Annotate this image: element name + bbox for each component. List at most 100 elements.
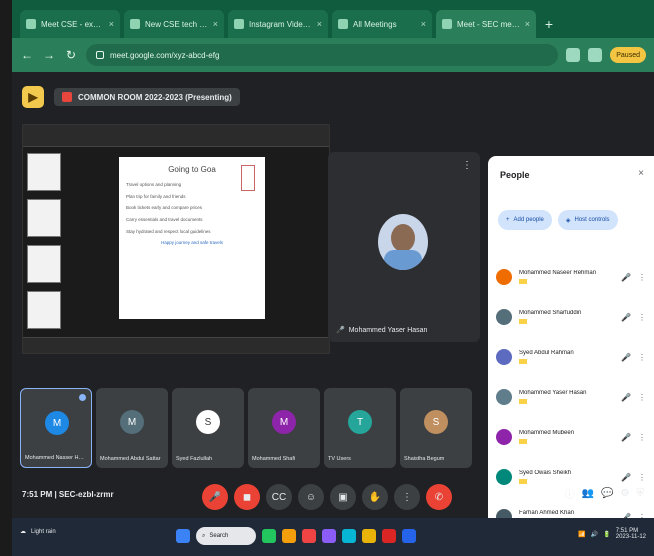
- captions-button[interactable]: CC: [266, 484, 292, 510]
- avatar: M: [272, 410, 296, 434]
- participant-tile[interactable]: M Mohammed Abdul Sattar: [96, 388, 168, 468]
- participant-name: Mohammed Shafi: [252, 456, 296, 462]
- participant-tile[interactable]: S Shaistha Begum: [400, 388, 472, 468]
- slide-thumbnail[interactable]: [27, 245, 61, 283]
- person-name: Mohammed Yaser Hasan: [519, 390, 587, 396]
- system-tray: 📶 🔊 🔋 7:51 PM 2023-11-12: [578, 528, 646, 540]
- meet-header: ▶ COMMON ROOM 2022-2023 (Presenting): [22, 82, 462, 112]
- more-options-icon[interactable]: ⋮: [638, 393, 646, 402]
- profile-button[interactable]: Paused: [610, 47, 646, 63]
- avatar: S: [424, 410, 448, 434]
- list-item[interactable]: Mohammed Mubeen 🎤 ⋮: [496, 420, 646, 454]
- tab-favicon-icon: [26, 19, 36, 29]
- url-input[interactable]: meet.google.com/xyz-abcd-efg: [86, 44, 559, 66]
- slide-thumbnail[interactable]: [27, 199, 61, 237]
- avatar: T: [348, 410, 372, 434]
- browser-tab[interactable]: All Meetings ×: [332, 10, 432, 38]
- close-icon[interactable]: ×: [213, 19, 218, 29]
- extension-icon[interactable]: [588, 48, 603, 62]
- app-icon[interactable]: [342, 529, 356, 543]
- participant-tile[interactable]: S Syed Fazlullah: [172, 388, 244, 468]
- app-icon[interactable]: [322, 529, 336, 543]
- mic-icon[interactable]: 🎤: [621, 353, 631, 362]
- clock[interactable]: 7:51 PM 2023-11-12: [616, 528, 646, 540]
- more-options-icon[interactable]: ⋮: [638, 273, 646, 282]
- list-item[interactable]: Mohammed Yaser Hasan 🎤 ⋮: [496, 380, 646, 414]
- close-icon[interactable]: ×: [638, 168, 644, 179]
- camera-button[interactable]: ◼: [234, 484, 260, 510]
- battery-icon[interactable]: 🔋: [603, 531, 610, 538]
- mic-icon[interactable]: 🎤: [621, 313, 631, 322]
- app-icon[interactable]: [362, 529, 376, 543]
- tab-favicon-icon: [234, 19, 244, 29]
- forward-icon[interactable]: →: [42, 48, 56, 62]
- participant-name: Mohammed Abdul Sattar: [100, 456, 161, 462]
- app-icon[interactable]: [262, 529, 276, 543]
- more-options-icon[interactable]: ⋮: [638, 313, 646, 322]
- list-item[interactable]: Syed Abdul Rahman 🎤 ⋮: [496, 340, 646, 374]
- close-icon[interactable]: ×: [109, 19, 114, 29]
- person-info: Mohammed Sharfuddin: [519, 310, 614, 324]
- status-badge: [519, 319, 527, 324]
- activities-icon[interactable]: ⚙: [621, 488, 630, 499]
- taskbar-search[interactable]: ⌕ Search: [196, 527, 256, 545]
- mic-icon[interactable]: 🎤: [621, 433, 631, 442]
- back-icon[interactable]: ←: [20, 48, 34, 62]
- shield-icon[interactable]: ⛨: [637, 488, 645, 499]
- avatar: M: [45, 411, 69, 435]
- microphone-button[interactable]: 🎤: [202, 484, 228, 510]
- avatar: [496, 429, 512, 445]
- present-button[interactable]: ▣: [330, 484, 356, 510]
- people-icon[interactable]: 👥: [582, 488, 594, 499]
- browser-tab-active[interactable]: Meet - SEC meeting ×: [436, 10, 536, 38]
- app-icon[interactable]: [302, 529, 316, 543]
- leave-call-button[interactable]: ✆: [426, 484, 452, 510]
- browser-tab[interactable]: New CSE tech - Google ×: [124, 10, 224, 38]
- close-icon[interactable]: ×: [421, 19, 426, 29]
- weather-widget[interactable]: ☁ Light rain: [20, 528, 56, 536]
- app-icon[interactable]: [382, 529, 396, 543]
- participant-tile[interactable]: M Mohammed Shafi: [248, 388, 320, 468]
- list-item[interactable]: Mohammed Sharfuddin 🎤 ⋮: [496, 300, 646, 334]
- close-icon[interactable]: ×: [317, 19, 322, 29]
- list-item[interactable]: Mohammed Naseer Rehman 🎤 ⋮: [496, 260, 646, 294]
- browser-tab[interactable]: Instagram Videos for ×: [228, 10, 328, 38]
- more-options-icon[interactable]: ⋮: [638, 353, 646, 362]
- slide-figure: [241, 165, 255, 191]
- speaker-name-text: Mohammed Yaser Hasan: [348, 326, 428, 334]
- browser-tab[interactable]: Meet CSE - examtest ×: [20, 10, 120, 38]
- slide-thumbnail[interactable]: [27, 291, 61, 329]
- chat-icon[interactable]: 💬: [601, 488, 613, 499]
- add-people-button[interactable]: + Add people: [498, 210, 552, 230]
- mic-icon[interactable]: 🎤: [621, 273, 631, 282]
- volume-icon[interactable]: 🔊: [591, 531, 598, 538]
- meet-area: ▶ COMMON ROOM 2022-2023 (Presenting) Goi…: [12, 72, 654, 542]
- wifi-icon[interactable]: 📶: [578, 531, 585, 538]
- participant-tile[interactable]: T TV Users: [324, 388, 396, 468]
- participant-tile[interactable]: M Mohammed Nasser Hussain: [20, 388, 92, 468]
- reload-icon[interactable]: ↻: [64, 48, 78, 62]
- ppt-ribbon: [23, 125, 329, 147]
- more-options-icon[interactable]: ⋮: [462, 160, 472, 171]
- host-controls-button[interactable]: ◈ Host controls: [557, 210, 618, 230]
- add-people-label: Add people: [513, 217, 544, 223]
- extension-icon[interactable]: [566, 48, 581, 62]
- app-icon[interactable]: [282, 529, 296, 543]
- tab-label: Meet CSE - examtest: [41, 19, 104, 29]
- close-icon[interactable]: ×: [525, 19, 530, 29]
- presentation-title-chip[interactable]: COMMON ROOM 2022-2023 (Presenting): [54, 88, 240, 106]
- info-icon[interactable]: ⓘ: [565, 486, 575, 501]
- start-icon[interactable]: [176, 529, 190, 543]
- more-options-button[interactable]: ⋮: [394, 484, 420, 510]
- slide-thumbnail[interactable]: [27, 153, 61, 191]
- speaker-face: [391, 224, 415, 252]
- mic-icon[interactable]: 🎤: [621, 393, 631, 402]
- reactions-button[interactable]: ☺: [298, 484, 324, 510]
- slide-title: Going to Goa: [168, 165, 216, 174]
- weather-text: Light rain: [31, 528, 56, 535]
- more-options-icon[interactable]: ⋮: [638, 433, 646, 442]
- raise-hand-button[interactable]: ✋: [362, 484, 388, 510]
- new-tab-button[interactable]: +: [540, 15, 558, 33]
- participant-name: Syed Fazlullah: [176, 456, 213, 462]
- app-icon[interactable]: [402, 529, 416, 543]
